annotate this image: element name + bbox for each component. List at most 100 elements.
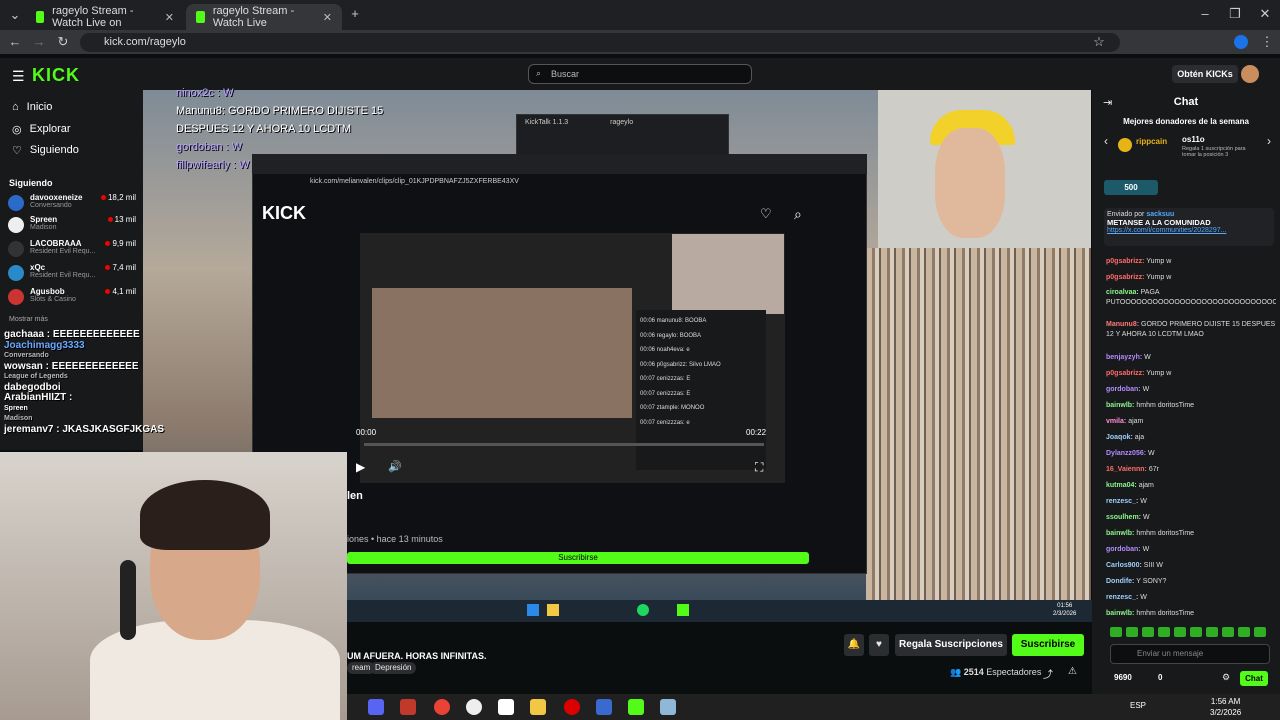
chat-message[interactable]: bainwlb: hmhm doritosTime [1106, 526, 1276, 542]
report-icon[interactable]: ⚠ [1068, 666, 1077, 677]
tab-2[interactable]: rageylo Stream - Watch Live ✕ [186, 4, 342, 30]
kick-logo[interactable]: KICK [32, 65, 80, 86]
browser-menu-icon[interactable]: ⋮ [1256, 34, 1278, 50]
bookmark-star-icon[interactable]: ☆ [1088, 34, 1110, 50]
chat-message[interactable]: renzesc_: W [1106, 494, 1276, 510]
system-clock[interactable]: 1:56 AM 3/2/2026 [1210, 696, 1241, 718]
app-taskbar-icon[interactable] [498, 699, 514, 715]
chat-message[interactable]: bainwlb: hmhm doritosTime [1106, 606, 1276, 622]
emote-icon[interactable] [1190, 627, 1202, 637]
emote-icon[interactable] [1222, 627, 1234, 637]
sidebar-following-item[interactable]: davooxeneize Conversando 18,2 mil [8, 193, 136, 217]
close-tab-icon[interactable]: ✕ [165, 11, 174, 24]
sidebar-following-item[interactable]: LACOBRAAA Resident Evil Requ... 9,9 mil [8, 239, 136, 263]
chat-username[interactable]: gordoban: [1106, 546, 1141, 553]
user-avatar[interactable] [1241, 65, 1259, 83]
notification-bell-button[interactable]: 🔔 [844, 634, 864, 656]
reload-icon[interactable]: ↻ [52, 34, 74, 50]
chat-message[interactable]: p0gsabrizz: Yump w [1106, 366, 1276, 382]
chat-username[interactable]: Manunu8: [1106, 321, 1139, 328]
share-icon[interactable]: ⤴ [1043, 666, 1053, 681]
chat-username[interactable]: Dondife: [1106, 578, 1134, 585]
chat-username[interactable]: ciroalvaa: [1106, 289, 1139, 296]
discord-taskbar-icon[interactable] [368, 699, 384, 715]
emote-icon[interactable] [1126, 627, 1138, 637]
chat-message[interactable]: p0gsabrizz: Yump w [1106, 254, 1276, 270]
forward-icon[interactable]: → [28, 34, 50, 49]
search-input[interactable]: ⌕ Buscar [528, 64, 752, 84]
gift-subs-button[interactable]: Regala Suscripciones [895, 634, 1007, 656]
chat-username[interactable]: ssoulhem: [1106, 514, 1141, 521]
maximize-icon[interactable]: ❐ [1224, 6, 1246, 22]
chat-message[interactable]: 16_Vaiennn: 67r [1106, 462, 1276, 478]
chat-username[interactable]: benjayzyh: [1106, 354, 1142, 361]
app-taskbar-icon[interactable] [660, 699, 676, 715]
chat-username[interactable]: Carlos900: [1106, 562, 1142, 569]
chat-message[interactable]: bainwlb: hmhm doritosTime [1106, 398, 1276, 414]
chat-message[interactable]: Carlos900: SIII W [1106, 558, 1276, 574]
minimize-icon[interactable]: – [1194, 6, 1216, 21]
close-tab-icon[interactable]: ✕ [323, 11, 332, 24]
chat-message[interactable]: p0gsabrizz: Yump w [1106, 270, 1276, 286]
tab-1[interactable]: rageylo Stream - Watch Live on ✕ [26, 4, 184, 30]
chat-message[interactable]: Joaqok: aja [1106, 430, 1276, 446]
chat-username[interactable]: kutma04: [1106, 482, 1137, 489]
chat-username[interactable]: Dylanzz056: [1106, 450, 1146, 457]
chat-settings-gear-icon[interactable]: ⚙ [1222, 672, 1230, 683]
chat-username[interactable]: gordoban: [1106, 386, 1141, 393]
chat-username[interactable]: bainwlb: [1106, 610, 1134, 617]
emote-icon[interactable] [1206, 627, 1218, 637]
sidebar-following-item[interactable]: xQc Resident Evil Requ... 7,4 mil [8, 263, 136, 287]
close-window-icon[interactable]: ✕ [1254, 6, 1276, 22]
chat-message[interactable]: kutma04: ajam [1106, 478, 1276, 494]
chat-send-button[interactable]: Chat [1240, 671, 1268, 686]
back-icon[interactable]: ← [4, 34, 26, 49]
stream-tag[interactable]: Depresión [370, 662, 417, 674]
sidebar-item-following[interactable]: ♡ Siguiendo [12, 144, 79, 157]
tab-menu-icon[interactable]: ⌄ [4, 7, 26, 23]
chat-message[interactable]: renzesc_: W [1106, 590, 1276, 606]
chat-username[interactable]: vmila: [1106, 418, 1126, 425]
subscribe-button[interactable]: Suscribirse [1012, 634, 1084, 656]
chat-message[interactable]: benjayzyh: W [1106, 350, 1276, 366]
emote-icon[interactable] [1238, 627, 1250, 637]
chat-message[interactable]: vmila: ajam [1106, 414, 1276, 430]
donors-next-icon[interactable]: › [1267, 134, 1271, 148]
emote-icon[interactable] [1142, 627, 1154, 637]
chat-message[interactable]: Dondife: Y SONY? [1106, 574, 1276, 590]
app-taskbar-icon[interactable] [596, 699, 612, 715]
chat-input[interactable]: Enviar un mensaje [1110, 644, 1270, 664]
sidebar-following-item[interactable]: Agusbob Slots & Casino 4,1 mil [8, 287, 136, 311]
chat-message[interactable]: Manunu8: GORDO PRIMERO DIJISTE 15 DESPUE… [1106, 318, 1276, 350]
url-field[interactable]: kick.com/rageylo [80, 33, 1120, 52]
pinned-message[interactable]: Enviado por sacksuu METANSE A LA COMUNID… [1104, 208, 1274, 246]
file-explorer-taskbar-icon[interactable] [530, 699, 546, 715]
pinned-link[interactable]: https://x.com/i/communities/2028297... [1107, 227, 1271, 234]
follow-heart-button[interactable]: ♥ [869, 634, 889, 656]
hamburger-menu-icon[interactable]: ☰ [12, 68, 25, 85]
sidebar-item-explore[interactable]: ◎ Explorar [12, 123, 71, 136]
kick-taskbar-icon[interactable] [628, 699, 644, 715]
emote-icon[interactable] [1158, 627, 1170, 637]
obtain-kicks-button[interactable]: Obtén KICKs [1172, 65, 1238, 83]
chat-message[interactable]: gordoban: W [1106, 382, 1276, 398]
profile-avatar[interactable] [1234, 35, 1248, 49]
sidebar-item-home[interactable]: ⌂ Inicio [12, 101, 52, 113]
chat-username[interactable]: bainwlb: [1106, 402, 1134, 409]
chat-username[interactable]: Joaqok: [1106, 434, 1133, 441]
new-tab-icon[interactable]: + [344, 6, 366, 21]
chat-message[interactable]: gordoban: W [1106, 542, 1276, 558]
chat-message[interactable]: ciroalvaa: PAGA PUTOOOOOOOOOOOOOOOOOOOOO… [1106, 286, 1276, 318]
app-taskbar-icon[interactable] [400, 699, 416, 715]
emote-icon[interactable] [1254, 627, 1266, 637]
chat-username[interactable]: renzesc_: [1106, 498, 1138, 505]
chat-username[interactable]: renzesc_: [1106, 594, 1138, 601]
emote-icon[interactable] [1174, 627, 1186, 637]
chat-username[interactable]: bainwlb: [1106, 530, 1134, 537]
sidebar-following-item[interactable]: Spreen Madison 13 mil [8, 215, 136, 239]
donors-prev-icon[interactable]: ‹ [1104, 134, 1108, 148]
language-indicator[interactable]: ESP [1130, 701, 1146, 710]
chat-message[interactable]: ssoulhem: W [1106, 510, 1276, 526]
chat-username[interactable]: p0gsabrizz: [1106, 370, 1145, 377]
show-more-link[interactable]: Mostrar más [9, 316, 48, 323]
